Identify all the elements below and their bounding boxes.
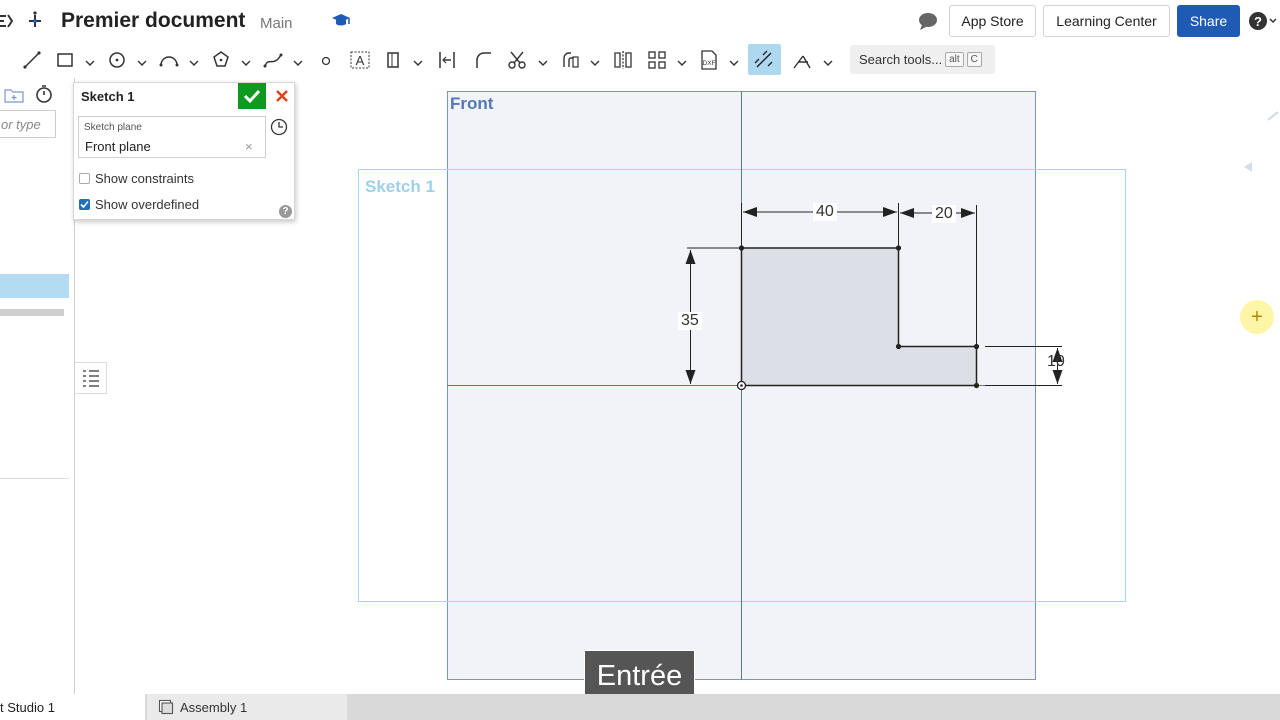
list-toggle-icon[interactable] [75,362,107,394]
top-bar: Premier document Main App Store Learning… [0,0,1280,42]
app-store-button[interactable]: App Store [949,5,1036,37]
midpoint-tool-icon[interactable] [435,48,459,72]
arc-tool-icon[interactable] [157,48,181,72]
chevron-down-icon[interactable] [189,55,199,66]
svg-text:A: A [356,53,365,68]
accept-button[interactable] [238,83,266,109]
toolbar-overflow-icon[interactable] [0,48,12,72]
tab-part-studio[interactable]: t Studio 1 [0,694,145,720]
offset-tool-icon[interactable] [559,48,583,72]
show-constraints-row[interactable]: Show constraints [79,171,194,186]
spline-tool-icon[interactable] [261,48,285,72]
check-icon [243,89,261,104]
learning-cap-icon[interactable] [330,10,352,32]
chevron-down-icon[interactable] [538,55,548,66]
close-icon [276,90,288,102]
trim-tool-icon[interactable] [505,48,529,72]
dimension-tool-active[interactable] [748,44,781,75]
dimension-height-left[interactable]: 35 [678,312,702,330]
fillet-tool-icon[interactable] [471,48,495,72]
construction-tool-icon[interactable] [382,48,406,72]
cursor-crosshair-icon: + [1240,300,1274,334]
selected-feature-row[interactable] [0,274,69,298]
history-clock-icon[interactable] [270,118,288,136]
front-plane [447,91,1036,680]
sketch-toolbar: A DXF Search tools... alt C [0,42,1280,78]
sketch-plane-field[interactable]: Sketch plane Front plane × [78,116,266,158]
pattern-tool-icon[interactable] [645,48,669,72]
polygon-tool-icon[interactable] [209,48,233,72]
sketch-name-label[interactable]: Sketch 1 [365,177,435,197]
sketch-plane-label: Sketch plane [84,122,142,133]
svg-text:DXF: DXF [703,60,716,67]
chevron-down-icon[interactable] [241,55,251,66]
dxf-import-icon[interactable]: DXF [697,48,721,72]
rollback-bar[interactable] [0,309,64,316]
tab-bar: t Studio 1 Assembly 1 [0,694,1280,720]
point-tool-icon[interactable] [314,48,338,72]
show-constraints-label: Show constraints [95,171,194,186]
constraint-tool-icon[interactable] [790,48,814,72]
shortcut-alt: alt [945,52,964,67]
insert-icon[interactable] [24,10,46,32]
feature-filter-input[interactable]: or type [0,110,56,138]
sketch-profile [740,247,978,387]
svg-text:?: ? [1254,14,1262,29]
chevron-down-icon[interactable] [137,55,147,66]
sketch-plane-value: Front plane [85,139,151,154]
help-icon[interactable]: ? [1248,10,1277,32]
dimension-height-step[interactable]: 10 [1044,353,1068,371]
search-tools-input[interactable]: Search tools... alt C [850,45,995,74]
circle-tool-icon[interactable] [105,48,129,72]
origin-point [736,380,747,391]
sketch-frame [358,169,1126,602]
rectangle-tool-icon[interactable] [53,48,77,72]
show-constraints-checkbox[interactable] [79,173,90,184]
dimension-lines [687,203,1062,386]
tab-assembly[interactable]: Assembly 1 [147,694,347,720]
help-icon[interactable]: ? [279,205,292,218]
view-cube-hint [1267,111,1279,121]
document-menu-icon[interactable] [0,10,16,32]
show-overdefined-row[interactable]: Show overdefined [79,197,199,212]
document-title[interactable]: Premier document [61,9,245,33]
feature-list-panel: or type [0,78,75,694]
dimension-arrows [685,207,1063,384]
tab-assembly-label: Assembly 1 [180,699,248,715]
rollback-timer-icon[interactable] [34,84,54,109]
onshape-app: Premier document Main App Store Learning… [0,0,1280,720]
mirror-tool-icon[interactable] [611,48,635,72]
show-overdefined-label: Show overdefined [95,197,200,212]
shortcut-key: C [966,52,982,67]
chevron-down-icon[interactable] [729,55,739,66]
branch-name[interactable]: Main [260,15,293,32]
sketch-dialog: Sketch 1 Sketch plane Front plane × Show… [73,82,295,220]
panel-divider [0,478,69,479]
comments-icon[interactable] [917,10,939,32]
share-button[interactable]: Share [1177,5,1240,37]
dimension-width-step[interactable]: 20 [932,205,956,223]
panel-collapse-hint [1244,162,1252,172]
chevron-down-icon[interactable] [677,55,687,66]
dimension-width-top[interactable]: 40 [813,203,837,221]
add-folder-icon[interactable] [4,86,24,109]
front-plane-label[interactable]: Front [450,94,493,114]
line-tool-icon[interactable] [20,48,44,72]
cancel-button[interactable] [269,83,295,109]
clear-plane-icon[interactable]: × [245,139,253,154]
sketch-dialog-title[interactable]: Sketch 1 [81,89,134,104]
search-tools-label: Search tools... [859,52,943,67]
show-overdefined-checkbox[interactable] [79,199,90,210]
chevron-down-icon[interactable] [413,55,423,66]
assembly-icon [158,699,174,715]
profile-vertices [738,245,980,389]
chevron-down-icon[interactable] [590,55,600,66]
chevron-down-icon[interactable] [823,55,833,66]
chevron-down-icon[interactable] [85,55,95,66]
text-tool-icon[interactable]: A [348,48,372,72]
learning-center-button[interactable]: Learning Center [1043,5,1170,37]
chevron-down-icon[interactable] [293,55,303,66]
